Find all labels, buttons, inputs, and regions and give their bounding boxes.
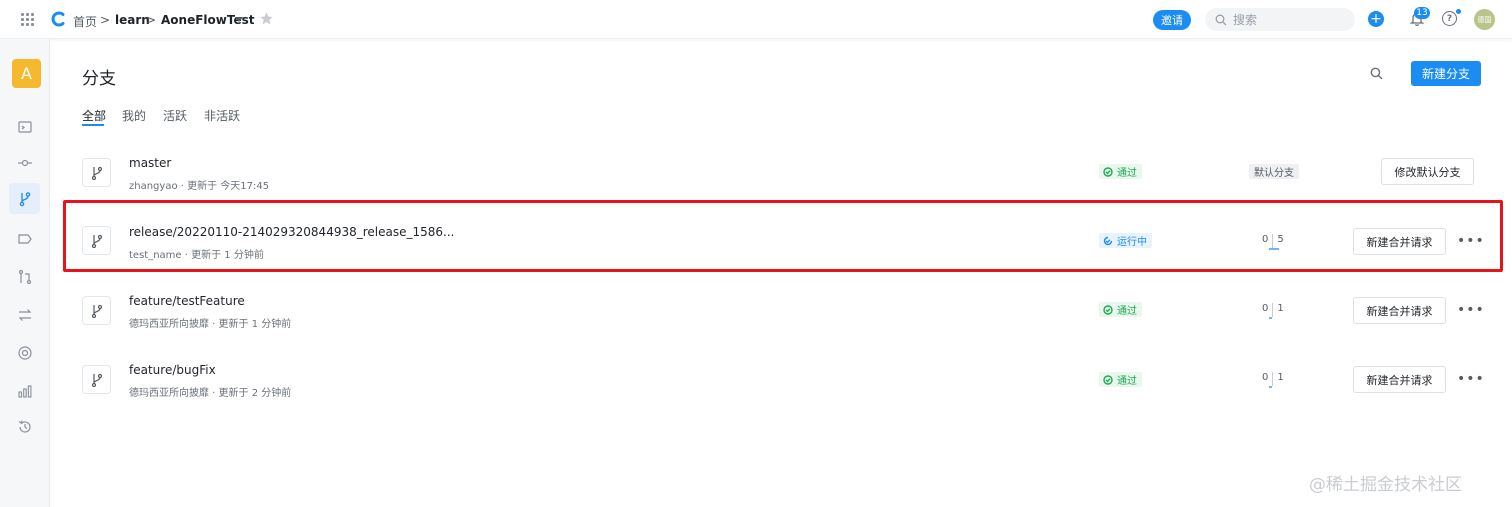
app-launcher-icon[interactable] [21, 13, 34, 26]
highlight-annotation-box [63, 200, 1503, 272]
pipeline-status-badge[interactable]: 通过 [1099, 302, 1142, 317]
default-branch-tag: 默认分支 [1249, 164, 1299, 179]
active-tab-indicator [82, 124, 104, 126]
more-actions-icon[interactable]: ••• [1457, 302, 1485, 318]
new-merge-request-button[interactable]: 新建合并请求 [1353, 297, 1446, 324]
pipeline-status-badge[interactable]: 通过 [1099, 164, 1142, 179]
help-icon[interactable]: ? [1442, 11, 1457, 26]
branch-icon [82, 158, 111, 187]
check-circle-icon [1103, 304, 1113, 315]
tab-mine[interactable]: 我的 [122, 107, 146, 124]
ahead-bar [1269, 386, 1272, 388]
branches-icon[interactable] [17, 191, 33, 207]
ahead-count: 1 [1277, 303, 1284, 314]
tab-all[interactable]: 全部 [82, 107, 106, 124]
branch-name[interactable]: master [129, 156, 171, 170]
merge-requests-icon[interactable] [17, 269, 33, 285]
branch-icon [82, 296, 111, 325]
top-navigation-bar: 首页 > learn > AoneFlowTest 邀请 搜索 + 13 ? 德… [0, 0, 1512, 39]
change-default-branch-button[interactable]: 修改默认分支 [1381, 158, 1474, 185]
repo-dropdown-caret-icon[interactable] [235, 17, 243, 22]
pipeline-status-badge[interactable]: 通过 [1099, 372, 1142, 387]
ahead-behind-counter: 0 1 [1262, 372, 1284, 390]
search-icon [1215, 14, 1227, 25]
branch-meta: 德玛西亚所向披靡 · 更新于 2 分钟前 [129, 388, 292, 399]
tab-active-branches[interactable]: 活跃 [163, 107, 187, 124]
commits-icon[interactable] [17, 155, 33, 171]
behind-count: 0 [1262, 372, 1269, 383]
branch-icon [82, 365, 111, 394]
check-circle-icon [1103, 374, 1113, 385]
breadcrumb-group[interactable]: learn [115, 13, 150, 27]
tab-inactive-branches[interactable]: 非活跃 [204, 107, 240, 124]
project-avatar[interactable]: A [12, 59, 41, 88]
branch-search-icon[interactable] [1370, 67, 1383, 80]
behind-count: 0 [1262, 303, 1269, 314]
branch-name[interactable]: feature/bugFix [129, 363, 216, 377]
branch-meta: zhangyao · 更新于 今天17:45 [129, 181, 270, 192]
ahead-count: 1 [1277, 372, 1284, 383]
new-branch-button[interactable]: 新建分支 [1411, 61, 1481, 86]
branch-meta: 德玛西亚所向披靡 · 更新于 1 分钟前 [129, 319, 292, 330]
codeup-logo-icon[interactable] [50, 11, 66, 27]
history-icon[interactable] [17, 419, 33, 435]
security-scan-icon[interactable] [17, 345, 33, 361]
invite-button[interactable]: 邀请 [1153, 10, 1191, 30]
page-title: 分支 [82, 69, 116, 89]
help-new-dot [1456, 9, 1461, 14]
statistics-icon[interactable] [17, 383, 33, 399]
notification-count-badge: 13 [1414, 7, 1430, 19]
global-search-input[interactable]: 搜索 [1205, 8, 1355, 31]
left-sidebar: A [0, 39, 50, 507]
breadcrumb-home[interactable]: 首页 [73, 13, 97, 30]
star-icon[interactable] [259, 11, 274, 26]
check-circle-icon [1103, 166, 1113, 177]
tags-icon[interactable] [17, 231, 33, 247]
more-actions-icon[interactable]: ••• [1457, 371, 1485, 387]
code-overview-icon[interactable] [17, 119, 33, 135]
breadcrumb-separator: > [100, 13, 111, 27]
breadcrumb-separator: > [146, 13, 157, 27]
create-plus-icon[interactable]: + [1368, 11, 1384, 27]
compare-icon[interactable] [17, 307, 33, 323]
branch-name[interactable]: feature/testFeature [129, 294, 245, 308]
new-merge-request-button[interactable]: 新建合并请求 [1353, 366, 1446, 393]
ahead-bar [1269, 317, 1272, 319]
user-avatar[interactable]: 德国 [1474, 9, 1495, 30]
search-placeholder: 搜索 [1233, 13, 1258, 27]
ahead-behind-counter: 0 1 [1262, 303, 1284, 321]
watermark-text: @稀土掘金技术社区 [1309, 475, 1462, 495]
